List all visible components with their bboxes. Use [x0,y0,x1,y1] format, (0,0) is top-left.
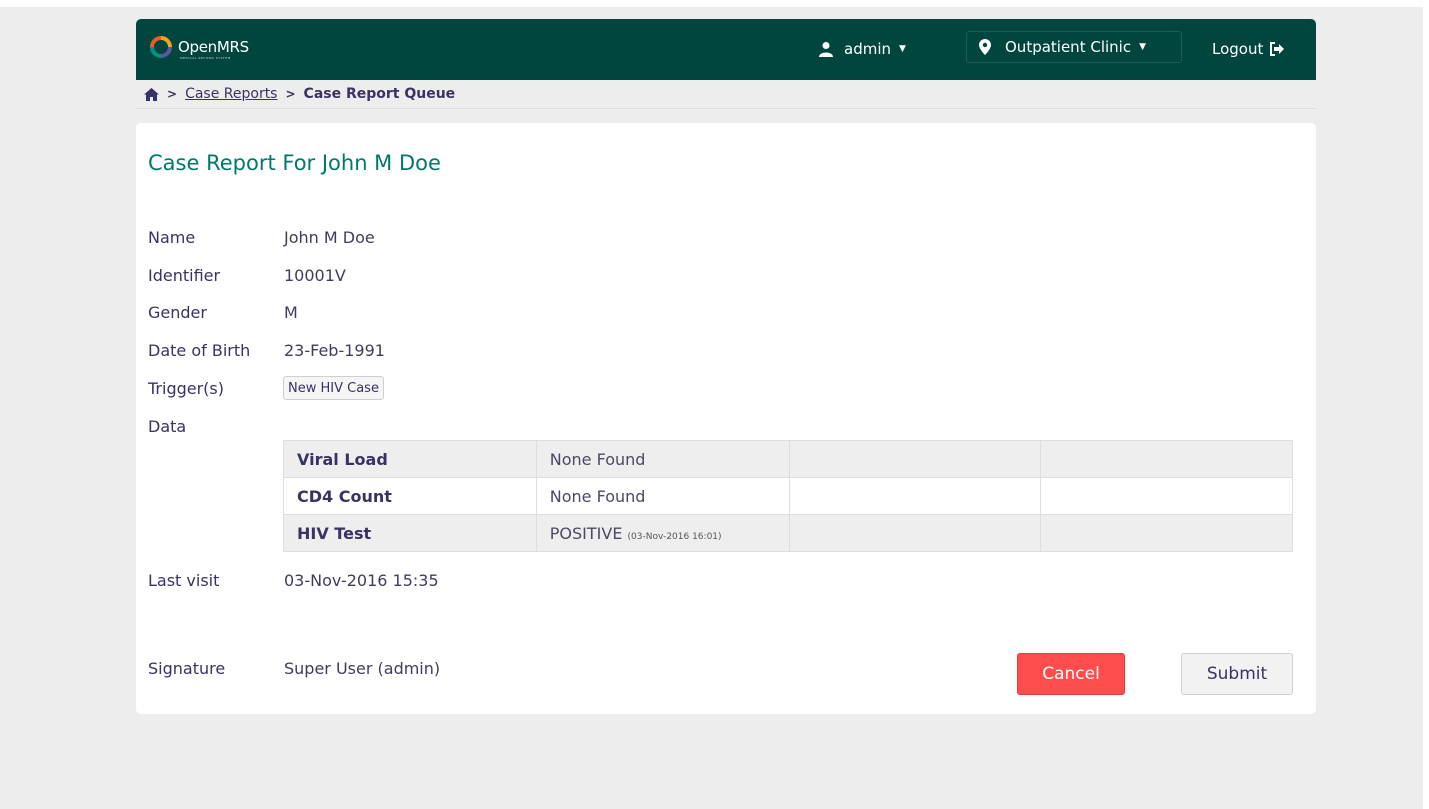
data-label: Data [148,417,187,436]
row-date: (03-Nov-2016 16:01) [627,531,722,542]
row-name: Viral Load [283,440,537,478]
row-name: HIV Test [283,514,537,552]
chevron-down-icon: ▼ [1139,42,1146,52]
triggers-label: Trigger(s) [148,379,224,398]
home-icon[interactable] [144,87,159,101]
dob-value: 23-Feb-1991 [284,341,385,360]
user-menu[interactable]: admin ▼ [818,37,906,61]
gender-value: M [284,303,298,322]
logo[interactable]: OpenMRS MEDICAL RECORD SYSTEM [150,36,249,60]
row-value: None Found [535,440,790,478]
chevron-down-icon: ▼ [899,44,906,54]
table-row: CD4 Count None Found [283,477,1293,515]
signature-label: Signature [148,659,226,678]
row-empty-cell [788,514,1042,552]
gender-label: Gender [148,303,207,322]
top-strip [0,0,1429,7]
row-value-text: POSITIVE [549,523,623,543]
breadcrumb-separator-icon: > [167,87,178,101]
trigger-new-hiv-case-button[interactable]: New HIV Case [283,376,384,400]
table-row: Viral Load None Found [283,440,1293,478]
row-value: POSITIVE (03-Nov-2016 16:01) [535,514,790,552]
row-value: None Found [535,477,790,515]
logout-label: Logout [1212,40,1264,58]
last-visit-label: Last visit [148,571,220,590]
logout-link[interactable]: Logout [1212,37,1285,61]
breadcrumb-current: Case Report Queue [303,86,456,102]
sign-out-icon [1270,42,1285,56]
name-value: John M Doe [284,228,375,247]
identifier-label: Identifier [148,266,221,285]
case-report-panel: Case Report For John M Doe Name John M D… [136,123,1316,714]
last-visit-value: 03-Nov-2016 15:35 [284,571,439,590]
user-icon [819,42,833,57]
dob-label: Date of Birth [148,341,251,360]
breadcrumb-case-reports-link[interactable]: Case Reports [185,86,277,102]
table-row: HIV Test POSITIVE (03-Nov-2016 16:01) [283,514,1293,552]
row-empty-cell [1040,514,1293,552]
row-value-text: None Found [549,486,646,506]
data-table: Viral Load None Found CD4 Count None Fou… [283,440,1293,552]
brand-subtitle: MEDICAL RECORD SYSTEM [180,56,231,60]
right-strip [1423,0,1429,809]
submit-button[interactable]: Submit [1181,653,1293,695]
location-name: Outpatient Clinic [1005,38,1132,56]
user-name: admin [844,40,891,58]
breadcrumb-separator-icon: > [285,87,296,101]
map-marker-icon [979,39,991,55]
page-title: Case Report For John M Doe [148,151,441,175]
name-label: Name [148,228,196,247]
row-empty-cell [788,440,1042,478]
app-header: OpenMRS MEDICAL RECORD SYSTEM admin ▼ Ou… [136,19,1316,80]
row-value-text: None Found [549,449,646,469]
row-empty-cell [788,477,1042,515]
row-empty-cell [1040,440,1293,478]
brand-name: OpenMRS [178,38,249,56]
breadcrumb: > Case Reports > Case Report Queue [136,80,1316,109]
row-empty-cell [1040,477,1293,515]
row-name: CD4 Count [283,477,537,515]
openmrs-logo-icon [150,36,172,58]
location-menu[interactable]: Outpatient Clinic ▼ [966,31,1182,63]
signature-value: Super User (admin) [284,659,441,678]
identifier-value: 10001V [284,266,346,285]
cancel-button[interactable]: Cancel [1017,653,1125,695]
